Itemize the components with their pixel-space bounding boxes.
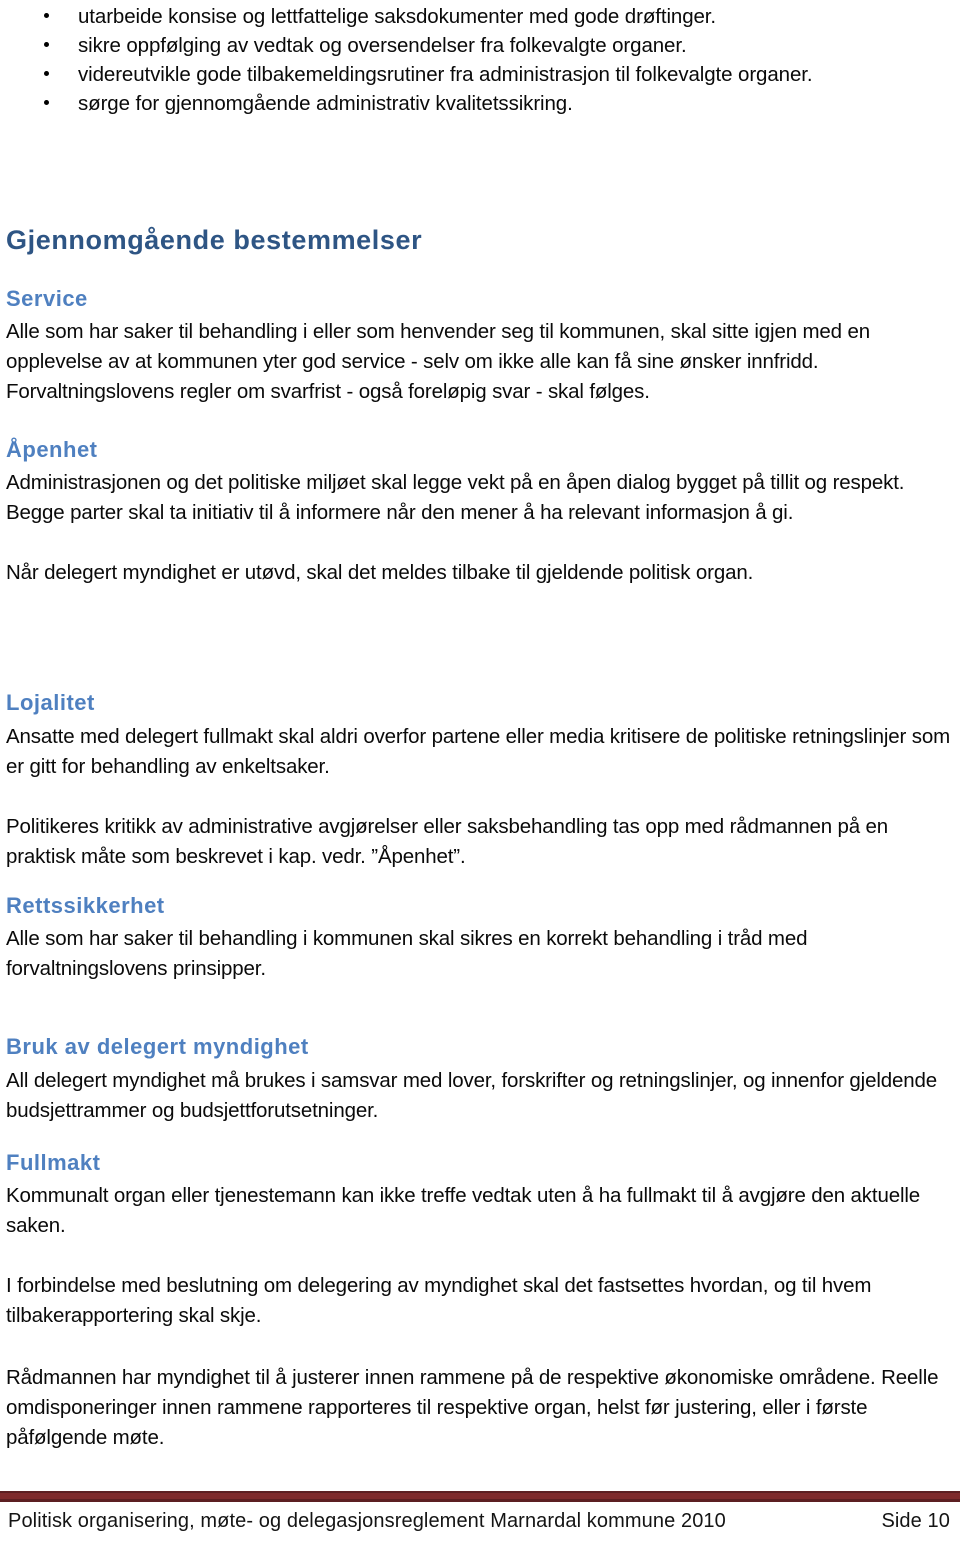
bullet-dot-icon [44,71,49,76]
list-item: sikre oppfølging av vedtak og oversendel… [0,31,960,60]
bullet-dot-icon [44,42,49,47]
footer-divider-band-inner [0,1493,960,1499]
list-item: utarbeide konsise og lettfattelige saksd… [0,2,960,31]
footer-divider [0,1490,960,1504]
section-paragraph: Når delegert myndighet er utøvd, skal de… [6,561,754,584]
section-rettssikkerhet: Rettssikkerhet Alle som har saker til be… [6,893,954,984]
footer-page-number: Side 10 [881,1510,950,1532]
section-lojalitet: Lojalitet Ansatte med delegert fullmakt … [6,690,954,872]
list-item-text: videreutvikle gode tilbakemeldingsrutine… [78,63,813,86]
section-heading: Lojalitet [6,690,95,715]
section-paragraph: Rådmannen har myndighet til å justerer i… [6,1366,939,1449]
section-heading: Åpenhet [6,437,98,462]
section-paragraph: Alle som har saker til behandling i elle… [6,320,870,403]
page-footer: Politisk organisering, møte- og delegasj… [0,1490,960,1543]
footer-divider-hairline-bottom [0,1502,960,1504]
footer-bar: Politisk organisering, møte- og delegasj… [0,1504,960,1543]
section-heading: Rettssikkerhet [6,893,165,918]
document-page: utarbeide konsise og lettfattelige saksd… [0,0,960,1543]
section-fullmakt: Fullmakt Kommunalt organ eller tjenestem… [6,1150,954,1453]
section-paragraph: Politikeres kritikk av administrative av… [6,815,889,868]
section-heading: Bruk av delegert myndighet [6,1034,309,1059]
footer-document-title: Politisk organisering, møte- og delegasj… [8,1510,726,1532]
section-paragraph: I forbindelse med beslutning om delegeri… [6,1274,872,1327]
bullet-dot-icon [44,13,49,18]
list-item-text: sikre oppfølging av vedtak og oversendel… [78,34,687,57]
bullet-dot-icon [44,100,49,105]
section-apenhet: Åpenhet Administrasjonen og det politisk… [6,437,954,588]
section-paragraph: Administrasjonen og det politiske miljøe… [6,471,905,524]
section-paragraph: All delegert myndighet må brukes i samsv… [6,1069,937,1122]
section-paragraph: Ansatte med delegert fullmakt skal aldri… [6,725,951,778]
list-item: videreutvikle gode tilbakemeldingsrutine… [0,60,960,89]
bullet-list: utarbeide konsise og lettfattelige saksd… [0,2,960,118]
page-title: Gjennomgående bestemmelser [6,225,423,255]
section-service: Service Alle som har saker til behandlin… [6,286,954,407]
section-paragraph: Kommunalt organ eller tjenestemann kan i… [6,1184,921,1237]
list-item: sørge for gjennomgående administrativ kv… [0,89,960,118]
section-heading: Fullmakt [6,1150,101,1175]
list-item-text: sørge for gjennomgående administrativ kv… [78,92,573,115]
list-item-text: utarbeide konsise og lettfattelige saksd… [78,5,716,28]
section-paragraph: Alle som har saker til behandling i komm… [6,927,808,980]
section-bruk-av-delegert-myndighet: Bruk av delegert myndighet All delegert … [6,1034,954,1126]
section-heading: Service [6,286,88,311]
